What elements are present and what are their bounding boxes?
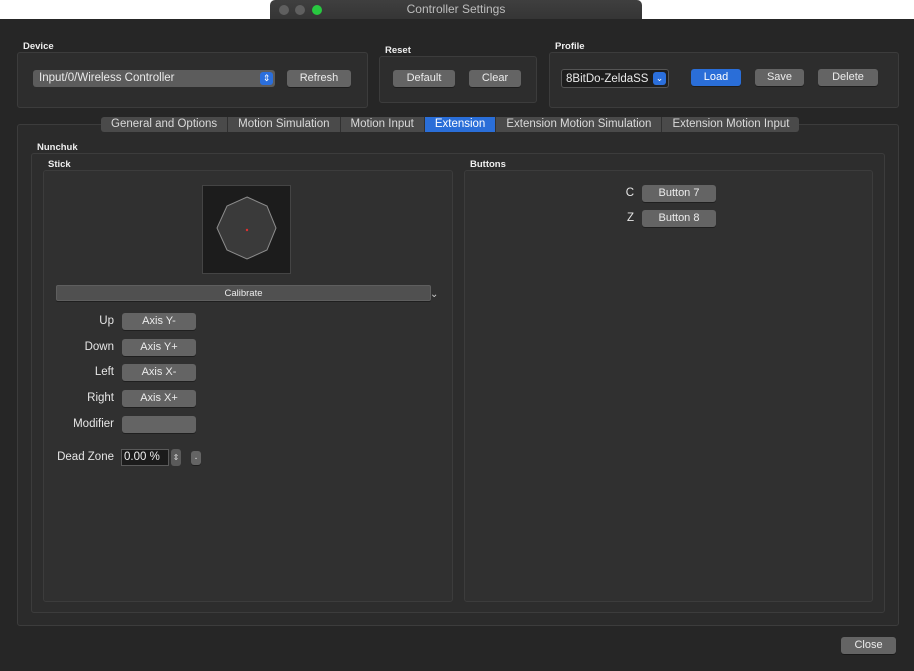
profile-select-value: 8BitDo-ZeldaSS [566,73,649,85]
z-button-label: Z [626,212,634,224]
chevron-down-icon: ⌄ [653,72,666,85]
dead-zone-stepper-icon[interactable]: ⇕ [171,449,181,466]
tab-bar: General and Options Motion Simulation Mo… [101,117,800,132]
close-window-icon[interactable] [279,5,289,15]
save-button[interactable]: Save [755,69,804,86]
dead-zone-input[interactable]: 0.00 % [121,449,169,466]
device-group-label: Device [23,41,54,52]
tab-extension-motion-simulation[interactable]: Extension Motion Simulation [496,117,663,132]
modifier-label: Modifier [73,418,114,430]
buttons-group [464,170,873,602]
right-mapping-button[interactable]: Axis X+ [122,390,196,407]
calibrate-menu-icon[interactable]: ⌄ [430,289,438,300]
default-button[interactable]: Default [393,70,455,87]
tab-extension-motion-input[interactable]: Extension Motion Input [662,117,799,132]
c-mapping-button[interactable]: Button 7 [642,185,716,202]
octagon-gate-icon [216,196,277,260]
chevron-updown-icon: ⇕ [260,72,273,85]
device-select-value: Input/0/Wireless Controller [39,72,175,84]
zoom-window-icon[interactable] [312,5,322,15]
right-label: Right [87,392,114,404]
clear-button[interactable]: Clear [469,70,521,87]
calibrate-button[interactable]: Calibrate [56,285,431,301]
left-label: Left [94,366,114,378]
modifier-mapping-button[interactable] [122,416,196,433]
buttons-group-label: Buttons [470,159,506,170]
minimize-window-icon[interactable] [295,5,305,15]
close-button[interactable]: Close [841,637,896,654]
stick-visualizer [202,185,291,274]
refresh-button[interactable]: Refresh [287,70,351,87]
z-mapping-button[interactable]: Button 8 [642,210,716,227]
delete-button[interactable]: Delete [818,69,878,86]
controller-settings-window: Controller Settings Device Input/0/Wirel… [0,0,914,671]
title-bar: Controller Settings [270,0,642,19]
nunchuk-group-label: Nunchuk [37,142,78,153]
c-button-label: C [625,187,634,199]
tab-motion-simulation[interactable]: Motion Simulation [228,117,341,132]
dead-zone-label: Dead Zone [57,451,114,463]
tab-extension[interactable]: Extension [424,117,497,132]
window-title: Controller Settings [406,2,506,16]
load-button[interactable]: Load [691,69,741,86]
left-mapping-button[interactable]: Axis X- [122,364,196,381]
profile-group-label: Profile [555,41,585,52]
profile-select[interactable]: 8BitDo-ZeldaSS ⌄ [561,69,669,88]
up-label: Up [99,315,114,327]
up-mapping-button[interactable]: Axis Y- [122,313,196,330]
down-mapping-button[interactable]: Axis Y+ [122,339,196,356]
tab-motion-input[interactable]: Motion Input [341,117,425,132]
tab-general-and-options[interactable]: General and Options [101,117,229,132]
device-select[interactable]: Input/0/Wireless Controller ⇕ [33,70,275,87]
stick-group-label: Stick [48,159,71,170]
reset-group-label: Reset [385,45,411,56]
down-label: Down [84,341,114,353]
dead-zone-options-button[interactable]: . [191,451,201,465]
